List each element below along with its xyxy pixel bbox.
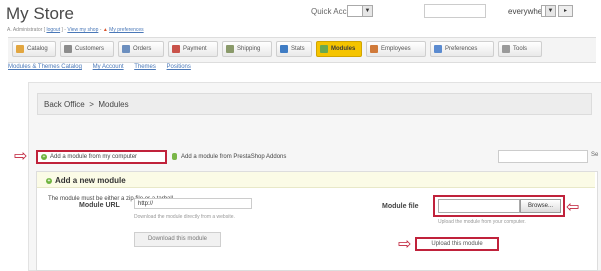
tab-label: Catalog — [27, 46, 48, 52]
tab-preferences[interactable]: Preferences — [430, 41, 494, 57]
annotation-arrow-icon: ⇦ — [566, 199, 580, 216]
chevron-down-icon: ▼ — [545, 6, 555, 16]
admin-user: A. Administrator — [7, 27, 43, 33]
search-input[interactable] — [424, 4, 486, 18]
addons-icon — [172, 153, 177, 160]
quick-access-select[interactable]: ▼ — [347, 5, 373, 17]
tab-catalog[interactable]: Catalog — [12, 41, 56, 57]
sub-navigation: Modules & Themes Catalog My Account Them… — [8, 64, 200, 70]
subnav-themes[interactable]: Themes — [134, 64, 156, 70]
chart-icon — [280, 45, 288, 53]
add-module-title-text: Add a new module — [55, 176, 126, 185]
module-file-input[interactable] — [438, 199, 520, 213]
puzzle-icon — [320, 45, 328, 53]
add-from-computer-label: Add a module from my computer — [50, 154, 138, 160]
add-module-from-computer-button[interactable]: + Add a module from my computer — [36, 150, 167, 164]
tab-orders[interactable]: Orders — [118, 41, 164, 57]
breadcrumb-current: Modules — [98, 100, 129, 109]
tab-label: Preferences — [445, 46, 478, 52]
tab-stats[interactable]: Stats — [276, 41, 312, 57]
tab-customers[interactable]: Customers — [60, 41, 114, 57]
subnav-positions[interactable]: Positions — [167, 64, 191, 70]
tab-payment[interactable]: Payment — [168, 41, 218, 57]
admin-bar: A. Administrator [ logout ] - View my sh… — [7, 27, 144, 33]
tab-tools[interactable]: Tools — [498, 41, 542, 57]
tab-label: Modules — [331, 46, 356, 52]
module-search-button[interactable]: Se — [591, 152, 598, 158]
module-search-input[interactable] — [498, 150, 588, 163]
preferences-link[interactable]: My preferences — [109, 27, 143, 33]
preferences-icon: ▲ — [102, 27, 108, 33]
search-button[interactable]: ▸ — [558, 5, 573, 17]
wrench-icon — [502, 45, 510, 53]
customers-icon — [64, 45, 72, 53]
window-icon — [434, 45, 442, 53]
book-icon — [16, 45, 24, 53]
tab-employees[interactable]: Employees — [366, 41, 426, 57]
annotation-arrow-icon: ⇨ — [398, 236, 412, 253]
truck-icon — [226, 45, 234, 53]
module-url-label: Module URL — [79, 202, 120, 209]
add-module-title: + Add a new module — [46, 176, 126, 185]
upload-module-button[interactable]: Upload this module — [415, 237, 499, 251]
main-tabs: Catalog Customers Orders Payment Shippin… — [8, 37, 596, 63]
tab-label: Tools — [513, 46, 528, 52]
add-icon: + — [41, 154, 47, 160]
tab-shipping[interactable]: Shipping — [222, 41, 272, 57]
logout-link[interactable]: logout — [46, 27, 60, 33]
download-module-button[interactable]: Download this module — [134, 232, 221, 247]
breadcrumb-separator: > — [89, 100, 94, 109]
subnav-my-account[interactable]: My Account — [93, 64, 124, 70]
breadcrumb: Back Office > Modules — [37, 93, 592, 115]
payment-icon — [172, 45, 180, 53]
module-url-input[interactable]: http:// — [134, 198, 252, 209]
tab-label: Shipping — [237, 46, 261, 52]
add-module-from-addons-link[interactable]: Add a module from PrestaShop Addons — [172, 153, 286, 160]
tab-label: Employees — [381, 46, 411, 52]
breadcrumb-home[interactable]: Back Office — [44, 100, 85, 109]
annotation-arrow-icon: ⇨ — [14, 148, 28, 165]
cart-icon — [122, 45, 130, 53]
subnav-modules-catalog[interactable]: Modules & Themes Catalog — [8, 64, 82, 70]
tab-label: Orders — [133, 46, 152, 52]
add-icon: + — [46, 177, 52, 184]
module-url-hint: Download the module directly from a webs… — [134, 214, 235, 220]
add-from-addons-label: Add a module from PrestaShop Addons — [181, 153, 287, 160]
module-file-hint: Upload the module from your computer. — [438, 219, 526, 225]
browse-button[interactable]: Browse... — [520, 199, 561, 213]
store-title: My Store — [6, 4, 75, 23]
employees-icon — [370, 45, 378, 53]
tab-label: Customers — [75, 46, 105, 52]
search-icon: ▸ — [563, 8, 567, 14]
chevron-down-icon: ▼ — [362, 6, 372, 16]
tab-modules[interactable]: Modules — [316, 41, 362, 57]
tab-label: Stats — [291, 46, 305, 52]
view-shop-link[interactable]: View my shop — [67, 27, 98, 33]
tab-label: Payment — [183, 46, 207, 52]
search-scope-select[interactable]: ▼ — [541, 5, 556, 17]
module-file-label: Module file — [382, 203, 419, 210]
